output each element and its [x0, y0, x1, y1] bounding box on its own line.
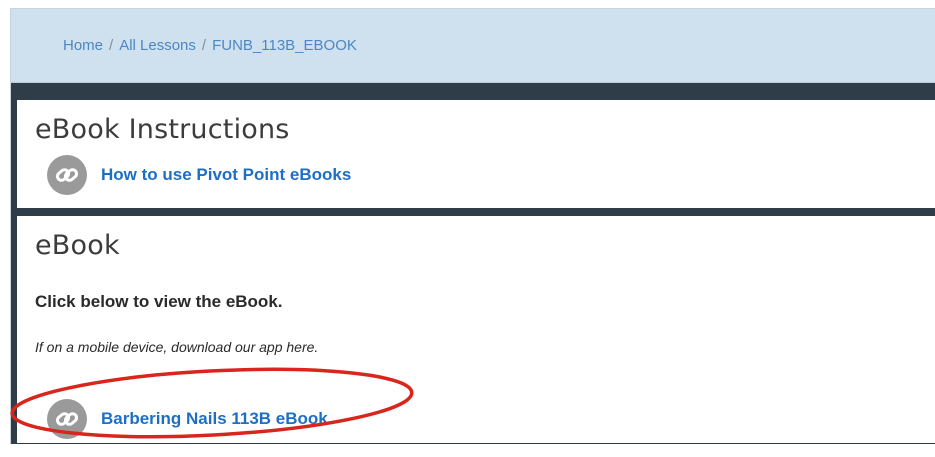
breadcrumb-all-lessons[interactable]: All Lessons	[119, 37, 196, 54]
breadcrumb-separator: /	[109, 37, 114, 54]
breadcrumb-bar: Home / All Lessons / FUNB_113B_EBOOK	[11, 9, 935, 83]
card-title: eBook	[35, 230, 120, 261]
view-ebook-instruction: Click below to view the eBook.	[35, 292, 283, 311]
breadcrumb: Home / All Lessons / FUNB_113B_EBOOK	[63, 37, 357, 54]
ebook-instructions-card: eBook Instructions How to use Pivot Poin…	[17, 100, 935, 208]
lesson-page-frame: Home / All Lessons / FUNB_113B_EBOOK eBo…	[10, 8, 935, 444]
mobile-app-note[interactable]: If on a mobile device, download our app …	[35, 339, 318, 355]
ebook-link-label[interactable]: Barbering Nails 113B eBook	[101, 409, 328, 429]
ebook-card: eBook Click below to view the eBook. If …	[17, 216, 935, 443]
breadcrumb-separator: /	[201, 37, 207, 54]
breadcrumb-home[interactable]: Home	[63, 37, 103, 54]
ebook-link[interactable]: Barbering Nails 113B eBook	[47, 399, 328, 439]
card-title: eBook Instructions	[35, 114, 290, 145]
instructions-link-label[interactable]: How to use Pivot Point eBooks	[101, 165, 351, 185]
instructions-link[interactable]: How to use Pivot Point eBooks	[47, 155, 351, 195]
breadcrumb-current[interactable]: FUNB_113B_EBOOK	[212, 37, 357, 54]
link-icon[interactable]	[47, 155, 87, 195]
link-icon[interactable]	[47, 399, 87, 439]
